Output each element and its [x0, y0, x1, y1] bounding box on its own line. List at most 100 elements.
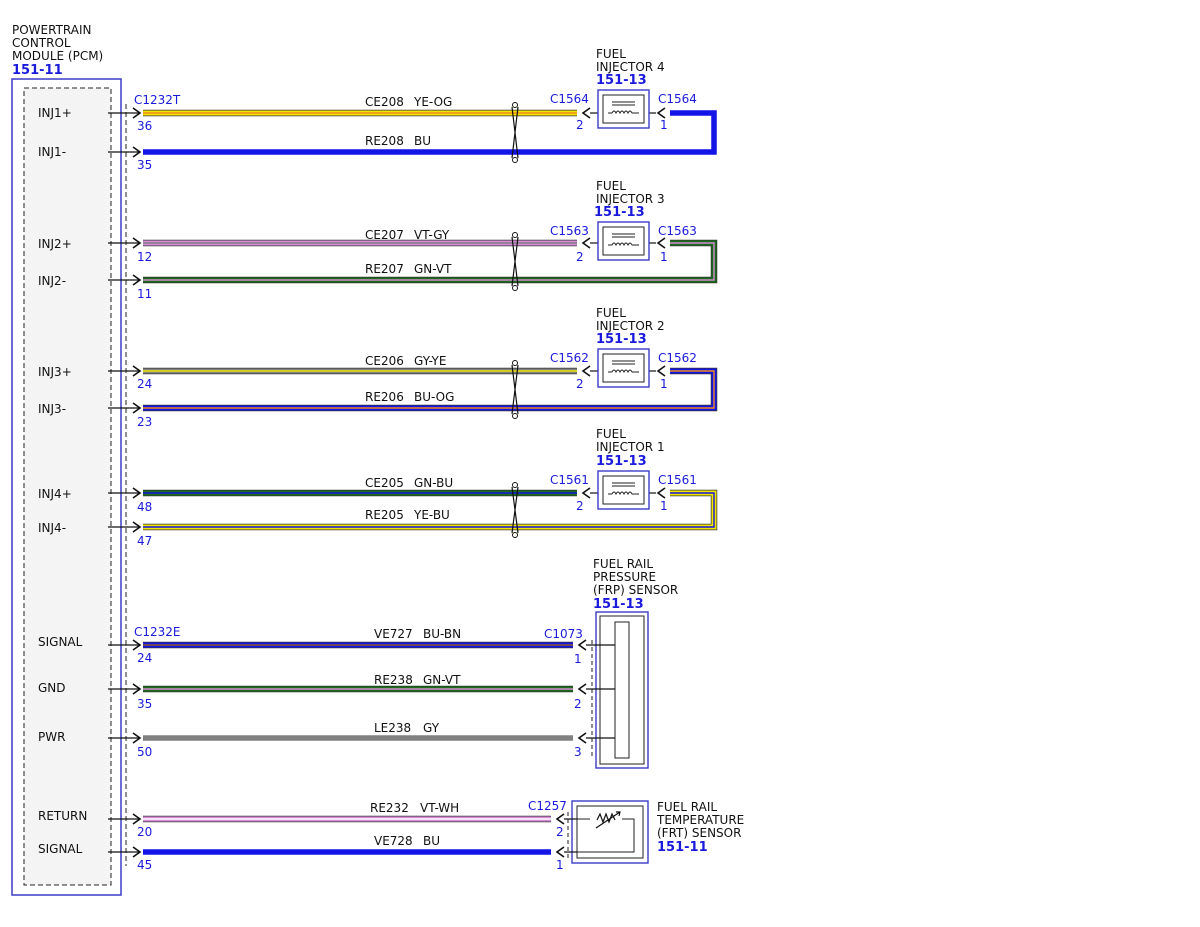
pcm-pin-label: SIGNAL [38, 842, 83, 856]
injector-terminal-a [581, 107, 591, 119]
injector-code: 151-13 [596, 454, 647, 469]
sensor-pin-number: 3 [574, 745, 582, 759]
injector-terminal-b [656, 365, 666, 377]
twisted-pair-icon-end-bottom [512, 157, 518, 163]
pcm-pin-number: 11 [137, 287, 152, 301]
pcm-pin-number: 45 [137, 858, 152, 872]
injector-terminal-a [581, 487, 591, 499]
sensor-terminal [577, 639, 587, 651]
pcm-pin-label: GND [38, 681, 66, 695]
injector-terminal-a [581, 237, 591, 249]
frt-code: 151-11 [657, 840, 708, 855]
injector-name-line-1: FUEL [596, 47, 626, 61]
pcm-title-line-2: CONTROL [12, 36, 71, 50]
injector-name-line-1: FUEL [596, 306, 626, 320]
wire-color: BU [423, 834, 440, 848]
injector-name-line-1: FUEL [596, 179, 626, 193]
pcm-title-line-1: POWERTRAIN [12, 23, 92, 37]
sensor-pin-number: 1 [556, 858, 564, 872]
sensor-terminal [555, 846, 565, 858]
injector-terminal-b [656, 107, 666, 119]
frp-code: 151-13 [593, 597, 644, 612]
injector-conn-right: C1561 [658, 473, 697, 487]
injector-conn-right: C1562 [658, 351, 697, 365]
pcm-pin-label: INJ1- [38, 145, 66, 159]
circuit-id: RE232 [370, 801, 409, 815]
injector-name-line-1: FUEL [596, 427, 626, 441]
injector-terminal-a [581, 365, 591, 377]
injector-symbol-inner [602, 475, 645, 505]
wire-color: YE-OG [413, 95, 452, 109]
twisted-pair-icon-end-bottom [512, 285, 518, 291]
injector-conn-left: C1562 [550, 351, 589, 365]
circuit-id: RE238 [374, 673, 413, 687]
pcm-pin-number: 35 [137, 697, 152, 711]
frp-name-line-2: PRESSURE [593, 570, 656, 584]
pcm-pin-number: 12 [137, 250, 152, 264]
frp-name-line-1: FUEL RAIL [593, 557, 653, 571]
pcm-pin-label: INJ2- [38, 274, 66, 288]
pcm-pin-number: 20 [137, 825, 152, 839]
twisted-pair-icon-end-bottom [512, 532, 518, 538]
injector-code: 151-13 [596, 73, 647, 88]
twisted-pair-icon-end-top [512, 102, 518, 108]
circuit-id: RE208 [365, 134, 404, 148]
injector-pin-b: 1 [660, 250, 668, 264]
sensor-terminal [555, 813, 565, 825]
circuit-id: VE727 [374, 627, 413, 641]
twisted-pair-icon-end-top [512, 482, 518, 488]
injector-pin-b: 1 [660, 377, 668, 391]
wire-color: GY-YE [414, 354, 446, 368]
pcm-pin-number: 36 [137, 119, 152, 133]
sensor-pin-number: 2 [574, 697, 582, 711]
frt-name-line-2: TEMPERATURE [656, 813, 744, 827]
sensor-terminal [577, 732, 587, 744]
twisted-pair-icon-end-top [512, 232, 518, 238]
pcm-connector-c1232t: C1232T [134, 93, 181, 107]
pcm-connector-c1232e: C1232E [134, 625, 181, 639]
injector-pin-b: 1 [660, 118, 668, 132]
wire-color: GN-BU [414, 476, 453, 490]
wire-color: GY [423, 721, 440, 735]
injector-code: 151-13 [594, 205, 645, 220]
injector-pin-b: 1 [660, 499, 668, 513]
injector-conn-right: C1563 [658, 224, 697, 238]
wiring-diagram: POWERTRAIN CONTROL MODULE (PCM) 151-11 C… [11, 23, 744, 896]
circuit-id: RE205 [365, 508, 404, 522]
injector-pin-a: 2 [576, 499, 584, 513]
frt-sensor-inner [576, 805, 644, 859]
injector-pin-a: 2 [576, 118, 584, 132]
circuit-id: RE206 [365, 390, 404, 404]
frp-name-line-3: (FRP) SENSOR [593, 583, 678, 597]
frt-name-line-3: (FRT) SENSOR [657, 826, 741, 840]
wire-color: GN-VT [423, 673, 461, 687]
frt-connector: C1257 [528, 799, 567, 813]
injector-symbol-inner [602, 226, 645, 256]
sensor-pin-number: 2 [556, 825, 564, 839]
circuit-id: CE206 [365, 354, 404, 368]
wire-color: BU-OG [414, 390, 454, 404]
pcm-pin-label: INJ3+ [38, 365, 72, 379]
circuit-id: LE238 [374, 721, 411, 735]
pcm-pin-number: 50 [137, 745, 152, 759]
injector-pin-a: 2 [576, 250, 584, 264]
circuit-id: VE728 [374, 834, 413, 848]
pcm-pin-label: INJ2+ [38, 237, 72, 251]
injector-name-line-2: INJECTOR 2 [596, 319, 665, 333]
pcm-pin-number: 35 [137, 158, 152, 172]
pcm-pin-label: PWR [38, 730, 65, 744]
pcm-title-line-3: MODULE (PCM) [12, 49, 103, 63]
twisted-pair-icon-end-top [512, 360, 518, 366]
frp-sensor-element-icon [614, 621, 630, 759]
injector-code: 151-13 [596, 332, 647, 347]
frp-sensor-circuit: FUEL RAIL PRESSURE (FRP) SENSOR 151-13 C… [38, 557, 678, 759]
pcm-pin-number: 24 [137, 651, 152, 665]
pcm-pin-number: 23 [137, 415, 152, 429]
pcm-pin-number: 47 [137, 534, 152, 548]
pcm-pin-label: INJ3- [38, 402, 66, 416]
wire-color: VT-WH [420, 801, 459, 815]
pcm-pin-label: INJ4- [38, 521, 66, 535]
pcm-pin-label: INJ4+ [38, 487, 72, 501]
circuit-id: CE205 [365, 476, 404, 490]
injector-conn-left: C1564 [550, 92, 589, 106]
